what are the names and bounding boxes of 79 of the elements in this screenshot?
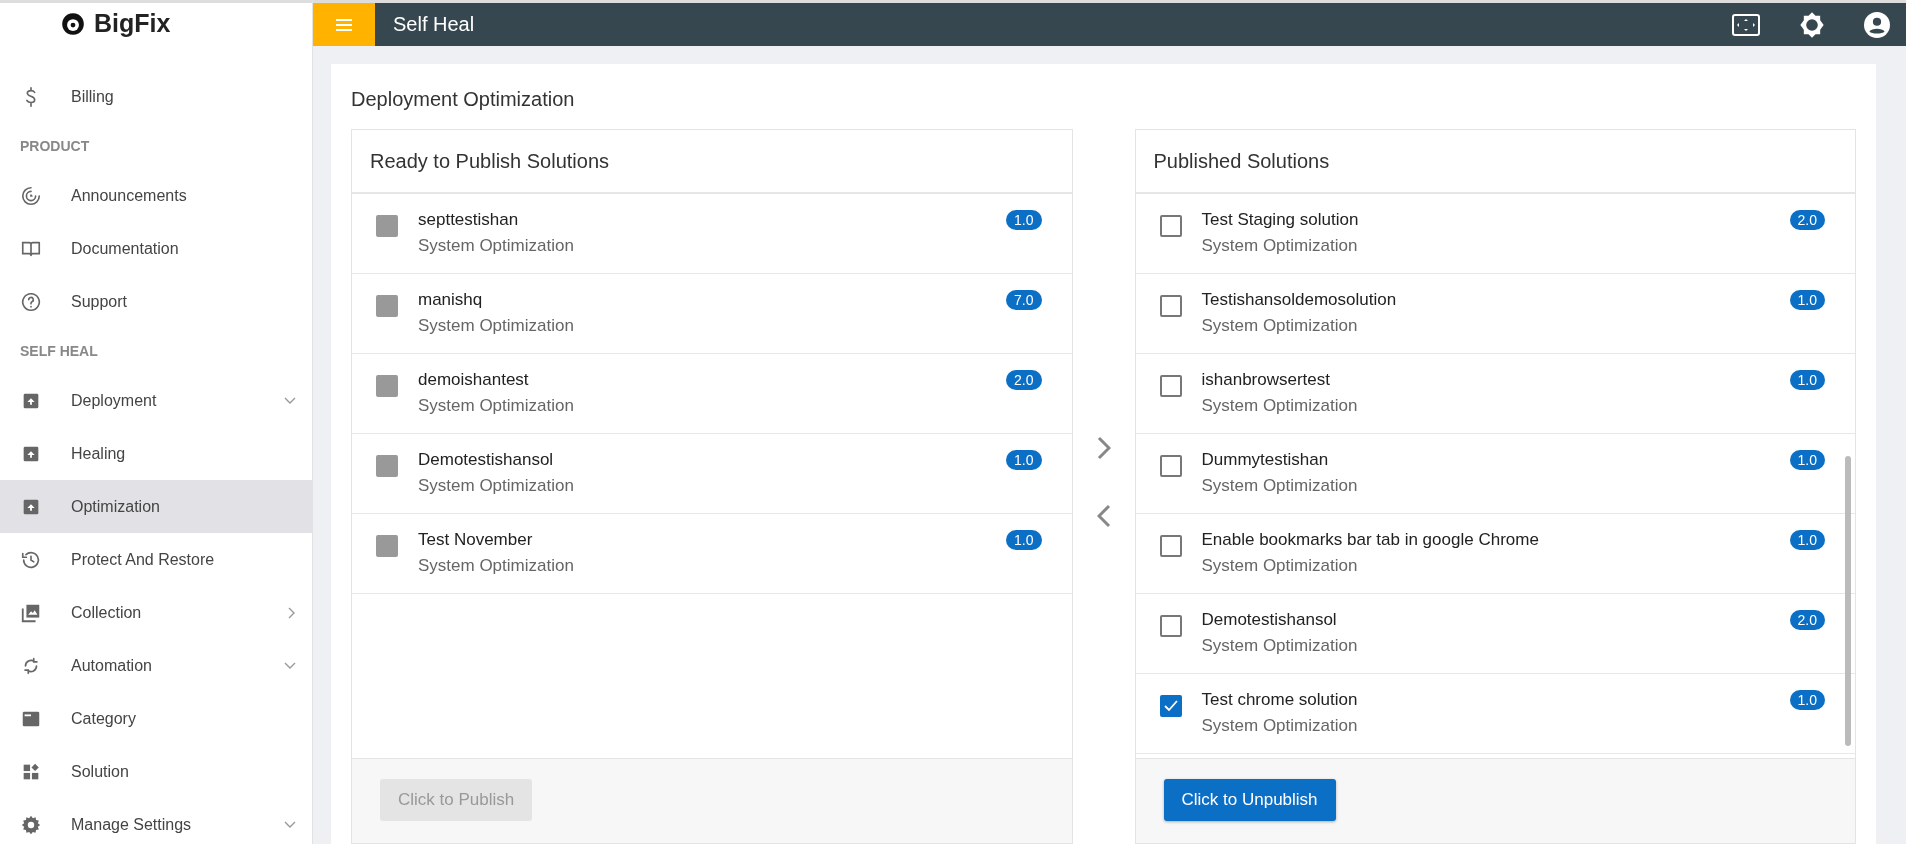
version-badge: 1.0 — [1789, 690, 1825, 710]
version-badge: 1.0 — [1006, 450, 1042, 470]
sidebar-item[interactable]: Automation — [0, 639, 312, 692]
version-badge: 1.0 — [1006, 210, 1042, 230]
checkbox[interactable] — [1159, 455, 1182, 477]
sidebar-item[interactable]: Manage Settings — [0, 798, 312, 844]
checkbox[interactable] — [1159, 215, 1182, 237]
solution-category: System Optimization — [418, 236, 575, 256]
solution-name: demoishantest — [418, 370, 530, 390]
checkbox[interactable] — [1159, 695, 1182, 717]
version-badge: 1.0 — [1789, 370, 1825, 390]
move-left-icon[interactable] — [1096, 503, 1111, 528]
section-heading: SELF HEAL — [19, 342, 99, 361]
version-badge: 1.0 — [1006, 530, 1042, 550]
sidebar-item[interactable]: Solution — [0, 745, 312, 798]
solution-category: System Optimization — [418, 476, 575, 496]
solution-name: Testishansoldemosolution — [1201, 290, 1398, 310]
settings-icon[interactable] — [1798, 10, 1826, 39]
version-badge: 7.0 — [1006, 290, 1042, 310]
fullscreen-icon[interactable] — [1732, 13, 1760, 36]
solution-row[interactable]: Test Staging solution System Optimization 2.0 — [1135, 194, 1855, 274]
sidebar-item[interactable]: Support — [0, 275, 312, 328]
solution-category: System Optimization — [1201, 556, 1359, 576]
section-title: Deployment Optimization — [351, 88, 576, 111]
page-title: Self Heal — [393, 13, 476, 36]
panel-title: Ready to Publish Solutions — [352, 130, 1072, 194]
panel-title: Published Solutions — [1135, 130, 1855, 194]
sidebar-item[interactable]: Billing — [0, 70, 312, 123]
solution-name: manishq — [418, 290, 484, 310]
check-icon — [1163, 700, 1178, 712]
solution-row[interactable]: ishanbrowsertest System Optimization 1.0 — [1135, 354, 1855, 434]
checkbox[interactable] — [1159, 615, 1182, 637]
sidebar-item[interactable]: Collection — [0, 586, 312, 639]
solution-name: Demotestishansol — [1201, 610, 1338, 630]
brand-name: BigFix — [94, 9, 171, 38]
help-icon — [20, 290, 42, 313]
account-icon[interactable] — [1864, 11, 1890, 38]
version-badge: 1.0 — [1789, 530, 1825, 550]
version-badge: 2.0 — [1789, 210, 1825, 230]
version-badge: 1.0 — [1789, 290, 1825, 310]
solution-name: Test November — [418, 530, 534, 550]
version-badge: 1.0 — [1789, 450, 1825, 470]
solution-category: System Optimization — [418, 396, 575, 416]
settings-icon — [20, 813, 42, 836]
checkbox[interactable] — [1159, 535, 1182, 557]
scrollbar[interactable] — [1845, 456, 1851, 746]
sidebar-item[interactable]: Protect And Restore — [0, 533, 312, 586]
sidebar-item[interactable]: Deployment — [0, 374, 312, 427]
section-heading: PRODUCT — [19, 137, 91, 156]
move-right-icon[interactable] — [1096, 435, 1111, 460]
solution-name: Test chrome solution — [1201, 690, 1359, 710]
solution-category: System Optimization — [418, 316, 575, 336]
solution-name: Test Staging solution — [1201, 210, 1360, 230]
solution-name: Enable bookmarks bar tab in google Chrome — [1201, 530, 1540, 550]
publish-button[interactable]: Click to Unpublish — [1163, 779, 1336, 821]
solution-category: System Optimization — [418, 556, 575, 576]
sidebar-item[interactable]: Healing — [0, 427, 312, 480]
menu-icon — [336, 18, 352, 31]
sidebar-item[interactable]: Announcements — [0, 169, 312, 222]
solution-name: Dummytestishan — [1201, 450, 1330, 470]
version-badge: 2.0 — [1006, 370, 1042, 390]
checkbox[interactable] — [1159, 295, 1182, 317]
solution-category: System Optimization — [1201, 236, 1359, 256]
sidebar-item[interactable]: Optimization — [0, 480, 312, 533]
solution-category: System Optimization — [1201, 316, 1359, 336]
logo-icon — [60, 10, 86, 37]
solution-category: System Optimization — [1201, 636, 1359, 656]
sidebar-item[interactable]: Category — [0, 692, 312, 745]
solution-category: System Optimization — [1201, 716, 1359, 736]
checkbox[interactable] — [1159, 375, 1182, 397]
solution-name: Demotestishansol — [418, 450, 555, 470]
solution-category: System Optimization — [1201, 396, 1359, 416]
solution-name: ishanbrowsertest — [1201, 370, 1331, 390]
radar-icon — [20, 184, 42, 207]
solution-category: System Optimization — [1201, 476, 1359, 496]
solution-row[interactable]: Testishansoldemosolution System Optimization 1.0 — [1135, 274, 1855, 354]
sidebar-item[interactable]: Documentation — [0, 222, 312, 275]
version-badge: 2.0 — [1789, 610, 1825, 630]
solution-name: septtestishan — [418, 210, 520, 230]
